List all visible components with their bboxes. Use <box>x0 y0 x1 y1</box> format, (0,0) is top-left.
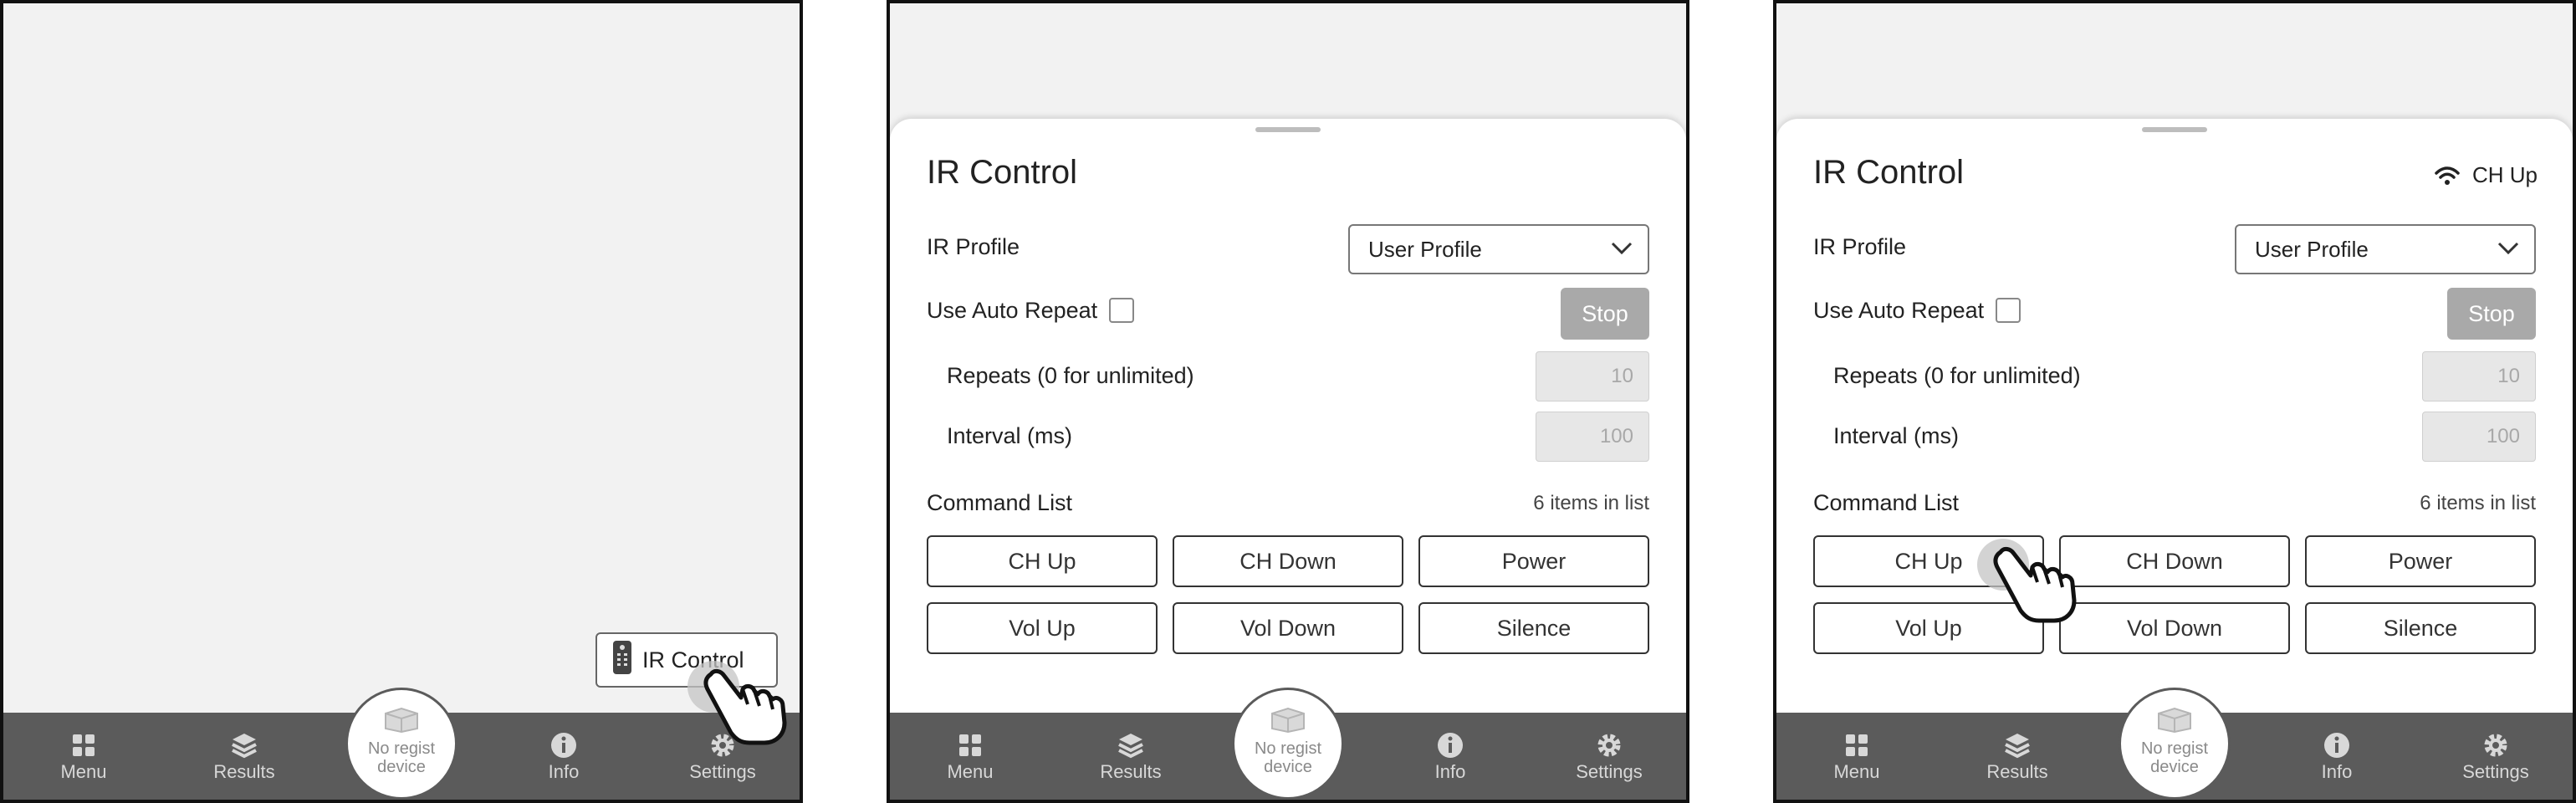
nav-menu[interactable]: Menu <box>920 731 1020 783</box>
command-vol-down-button[interactable]: Vol Down <box>2059 602 2290 654</box>
nav-device-label: No regist device <box>1254 739 1322 776</box>
ir-profile-value: User Profile <box>2255 236 2369 262</box>
box-icon <box>348 705 455 738</box>
box-icon <box>2121 705 2228 738</box>
layers-icon <box>1967 731 2067 760</box>
nav-settings-label: Settings <box>689 761 756 782</box>
sheet-handle[interactable] <box>2142 127 2207 132</box>
phone-screen-ir-control-sending: IR Control CH Up IR Profile User Profile… <box>1773 0 2576 803</box>
layers-icon <box>1081 731 1181 760</box>
nav-info[interactable]: Info <box>514 731 614 783</box>
command-ch-down-button[interactable]: CH Down <box>2059 535 2290 587</box>
nav-menu-label: Menu <box>1833 761 1880 782</box>
nav-info[interactable]: Info <box>2287 731 2387 783</box>
nav-settings-label: Settings <box>1576 761 1643 782</box>
auto-repeat-label: Use Auto Repeat <box>1813 298 1985 323</box>
auto-repeat-checkbox[interactable] <box>1109 298 1134 323</box>
command-count: 6 items in list <box>1533 492 1649 514</box>
nav-info-label: Info <box>2321 761 2353 782</box>
nav-results-label: Results <box>213 761 275 782</box>
command-ch-up-button[interactable]: CH Up <box>927 535 1158 587</box>
ir-profile-select[interactable]: User Profile <box>1348 224 1649 274</box>
ir-profile-label: IR Profile <box>1813 234 1907 259</box>
nav-device[interactable]: No regist device <box>1232 688 1344 800</box>
nav-menu[interactable]: Menu <box>33 731 134 783</box>
command-ch-down-button[interactable]: CH Down <box>1173 535 1403 587</box>
repeats-label: Repeats (0 for unlimited) <box>1833 363 2081 388</box>
auto-repeat-label: Use Auto Repeat <box>927 298 1098 323</box>
nav-results-label: Results <box>1100 761 1162 782</box>
nav-results[interactable]: Results <box>1081 731 1181 783</box>
transmit-status: CH Up <box>2434 162 2538 188</box>
nav-info-label: Info <box>1434 761 1466 782</box>
command-count: 6 items in list <box>2420 492 2536 514</box>
info-icon <box>2287 731 2387 760</box>
interval-label: Interval (ms) <box>947 423 1073 448</box>
pointing-hand-icon <box>1993 546 2077 623</box>
command-vol-down-button[interactable]: Vol Down <box>1173 602 1403 654</box>
chevron-down-icon <box>2497 242 2519 255</box>
command-silence-button[interactable]: Silence <box>1418 602 1649 654</box>
ir-control-sheet: IR Control CH Up IR Profile User Profile… <box>1776 119 2573 713</box>
phone-screen-home: IR Control Menu Results Info Settings No… <box>0 0 803 803</box>
nav-device-label: No regist device <box>2140 739 2209 776</box>
info-icon <box>1400 731 1500 760</box>
auto-repeat-checkbox[interactable] <box>1996 298 2021 323</box>
sheet-title: IR Control <box>927 154 1078 191</box>
stop-button[interactable]: Stop <box>1561 288 1649 340</box>
command-vol-up-button[interactable]: Vol Up <box>927 602 1158 654</box>
info-icon <box>514 731 614 760</box>
gear-icon <box>2446 731 2546 760</box>
nav-settings[interactable]: Settings <box>2446 731 2546 783</box>
interval-field[interactable]: 100 <box>2422 412 2536 462</box>
command-silence-button[interactable]: Silence <box>2305 602 2536 654</box>
nav-device[interactable]: No regist device <box>345 688 457 800</box>
nav-results[interactable]: Results <box>194 731 294 783</box>
grid-icon <box>1807 731 1907 760</box>
chevron-down-icon <box>1611 242 1633 255</box>
phone-screen-ir-control: IR Control IR Profile User Profile Use A… <box>887 0 1689 803</box>
nav-results[interactable]: Results <box>1967 731 2067 783</box>
interval-field[interactable]: 100 <box>1536 412 1649 462</box>
command-power-button[interactable]: Power <box>1418 535 1649 587</box>
stop-button[interactable]: Stop <box>2447 288 2536 340</box>
nav-device[interactable]: No regist device <box>2119 688 2231 800</box>
layers-icon <box>194 731 294 760</box>
gear-icon <box>1559 731 1659 760</box>
box-icon <box>1234 705 1342 738</box>
nav-info-label: Info <box>548 761 580 782</box>
nav-settings-label: Settings <box>2462 761 2529 782</box>
ir-profile-label: IR Profile <box>927 234 1020 259</box>
transmit-status-label: CH Up <box>2471 162 2538 187</box>
grid-icon <box>33 731 134 760</box>
ir-profile-select[interactable]: User Profile <box>2235 224 2536 274</box>
nav-device-label: No regist device <box>367 739 436 776</box>
pointing-hand-icon <box>703 668 787 745</box>
ir-profile-value: User Profile <box>1368 236 1482 262</box>
sheet-handle[interactable] <box>1255 127 1321 132</box>
repeats-field[interactable]: 10 <box>2422 351 2536 402</box>
command-list-label: Command List <box>1813 490 1960 515</box>
nav-info[interactable]: Info <box>1400 731 1500 783</box>
nav-menu-label: Menu <box>947 761 994 782</box>
sheet-title: IR Control <box>1813 154 1965 191</box>
repeats-label: Repeats (0 for unlimited) <box>947 363 1194 388</box>
command-list-label: Command List <box>927 490 1073 515</box>
repeats-field[interactable]: 10 <box>1536 351 1649 402</box>
nav-results-label: Results <box>1986 761 2048 782</box>
nav-settings[interactable]: Settings <box>1559 731 1659 783</box>
remote-icon <box>612 640 632 681</box>
ir-control-sheet: IR Control IR Profile User Profile Use A… <box>890 119 1686 713</box>
grid-icon <box>920 731 1020 760</box>
wifi-icon <box>2435 166 2460 185</box>
interval-label: Interval (ms) <box>1833 423 1960 448</box>
command-power-button[interactable]: Power <box>2305 535 2536 587</box>
nav-menu[interactable]: Menu <box>1807 731 1907 783</box>
nav-menu-label: Menu <box>60 761 107 782</box>
